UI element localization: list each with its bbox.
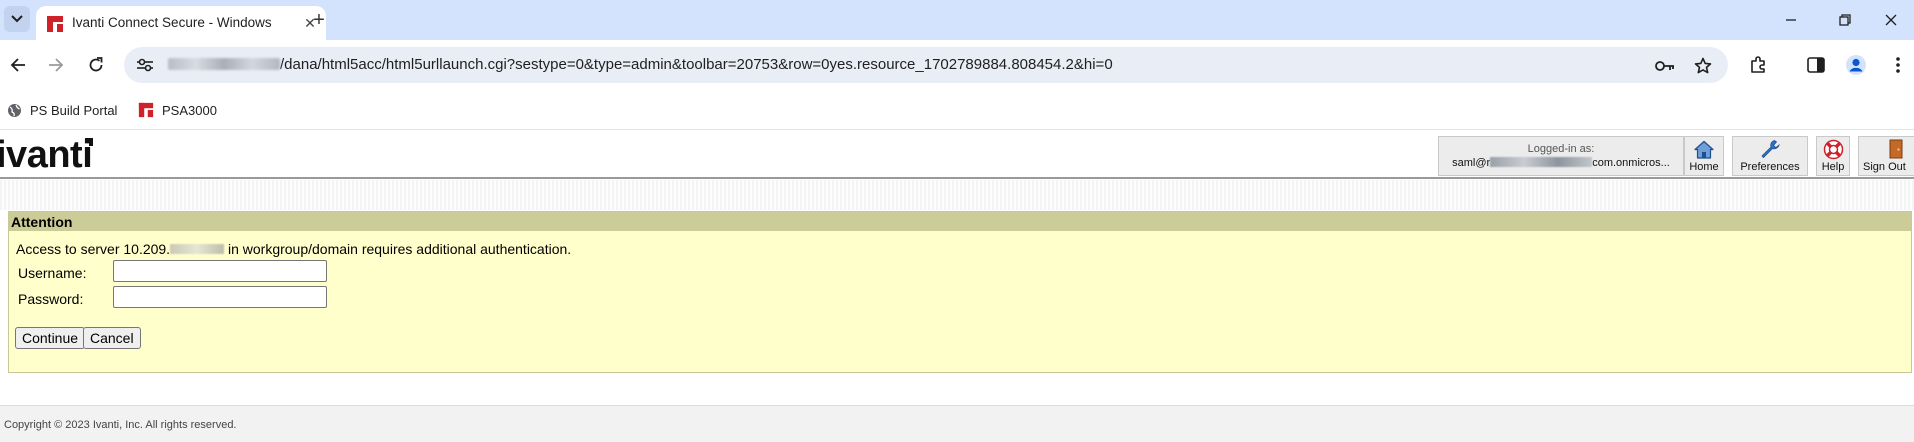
door-icon xyxy=(1885,138,1907,160)
extensions-icon[interactable] xyxy=(1746,53,1770,77)
arrow-left-icon xyxy=(10,58,25,72)
logged-in-label: Logged-in as: xyxy=(1527,143,1595,155)
new-tab-button[interactable]: + xyxy=(306,7,332,33)
username-label: Username: xyxy=(18,265,87,281)
bookmark-star-icon[interactable] xyxy=(1692,55,1714,77)
home-button[interactable]: Home xyxy=(1684,136,1724,176)
restore-icon[interactable] xyxy=(1822,0,1868,40)
key-icon[interactable] xyxy=(1654,55,1676,77)
side-panel-icon[interactable] xyxy=(1804,53,1828,77)
ivanti-logo: ivanti xyxy=(0,134,93,176)
page-header: ivanti Logged-in as: saml@r com.onmicros.… xyxy=(0,131,1914,179)
chevron-down-icon xyxy=(11,15,23,23)
decorative-stripe-band xyxy=(0,180,1914,210)
ivanti-favicon xyxy=(47,16,63,32)
logo-corner-mark xyxy=(85,138,93,146)
tab-title: Ivanti Connect Secure - Windows xyxy=(72,15,272,30)
logged-in-user-box: Logged-in as: saml@r com.onmicros... xyxy=(1438,136,1684,176)
reload-button[interactable] xyxy=(84,53,108,77)
page-footer: Copyright © 2023 Ivanti, Inc. All rights… xyxy=(0,405,1914,442)
sign-out-label: Sign Out xyxy=(1863,161,1906,173)
help-button[interactable]: Help xyxy=(1816,136,1850,176)
wrench-icon xyxy=(1759,138,1781,160)
auth-message: Access to server 10.209. in workgroup/do… xyxy=(16,241,572,257)
password-label: Password: xyxy=(18,291,84,307)
back-button[interactable] xyxy=(6,53,30,77)
username-input[interactable] xyxy=(113,260,327,282)
arrow-right-icon xyxy=(49,58,64,72)
profile-avatar-icon[interactable] xyxy=(1844,53,1868,77)
help-label: Help xyxy=(1821,161,1845,173)
more-menu-icon[interactable] xyxy=(1886,53,1910,77)
cancel-button[interactable]: Cancel xyxy=(83,327,141,349)
bookmark-ps-build-portal[interactable]: PS Build Portal xyxy=(6,99,117,121)
sign-out-button[interactable]: Sign Out xyxy=(1858,136,1914,176)
browser-tab-active[interactable]: Ivanti Connect Secure - Windows ✕ xyxy=(36,6,326,40)
bookmarks-bar: PS Build Portal PSA3000 xyxy=(0,90,1914,130)
browser-toolbar: /dana/html5acc/html5urllaunch.cgi?sestyp… xyxy=(0,40,1914,90)
bookmark-label: PSA3000 xyxy=(162,102,217,118)
attention-title: Attention xyxy=(9,212,1911,231)
continue-button[interactable]: Continue xyxy=(15,327,86,349)
user-account: saml@r com.onmicros... xyxy=(1452,157,1670,169)
tab-search-button[interactable] xyxy=(4,6,30,32)
preferences-label: Preferences xyxy=(1740,161,1800,173)
site-info-icon[interactable] xyxy=(134,55,156,75)
home-label: Home xyxy=(1689,161,1719,173)
browser-tabstrip: Ivanti Connect Secure - Windows ✕ + xyxy=(0,0,1914,40)
bookmark-psa3000[interactable]: PSA3000 xyxy=(138,99,217,121)
forward-button[interactable] xyxy=(44,53,68,77)
lifebuoy-icon xyxy=(1822,138,1844,160)
minimize-icon[interactable] xyxy=(1768,0,1814,40)
attention-panel: Attention Access to server 10.209. in wo… xyxy=(8,211,1912,373)
preferences-button[interactable]: Preferences xyxy=(1732,136,1808,176)
url-text[interactable]: /dana/html5acc/html5urllaunch.cgi?sestyp… xyxy=(168,56,1113,73)
globe-icon xyxy=(6,102,22,118)
bookmark-label: PS Build Portal xyxy=(30,102,118,118)
ivanti-favicon xyxy=(138,102,154,118)
redacted-host xyxy=(168,58,280,70)
password-input[interactable] xyxy=(113,286,327,308)
close-icon[interactable] xyxy=(1868,0,1914,40)
reload-icon xyxy=(89,57,103,72)
redacted-ip xyxy=(170,244,225,254)
copyright-text: Copyright © 2023 Ivanti, Inc. All rights… xyxy=(4,419,237,431)
home-icon xyxy=(1693,138,1715,160)
address-bar[interactable]: /dana/html5acc/html5urllaunch.cgi?sestyp… xyxy=(124,47,1728,83)
redacted-account xyxy=(1490,157,1593,167)
url-path: /dana/html5acc/html5urllaunch.cgi?sestyp… xyxy=(280,56,1113,73)
